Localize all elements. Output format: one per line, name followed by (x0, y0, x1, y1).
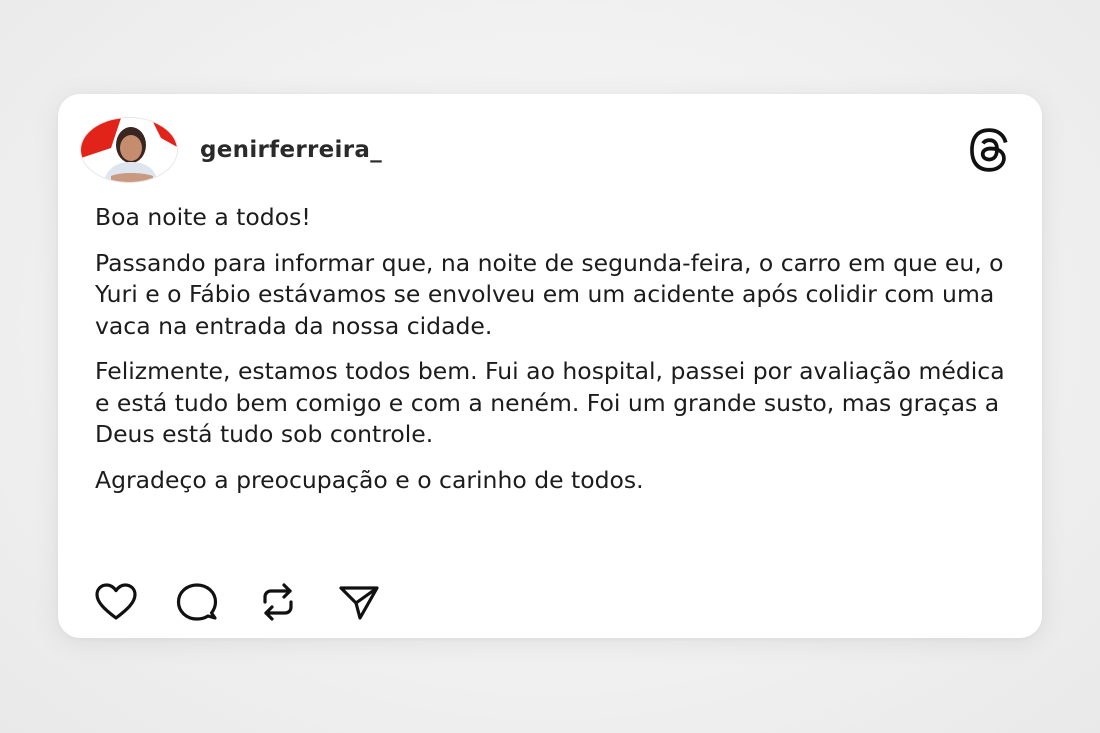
avatar[interactable] (80, 117, 178, 183)
post-paragraph: Agradeço a preocupação e o carinho de to… (95, 465, 644, 494)
share-button[interactable] (336, 582, 382, 622)
comment-button[interactable] (174, 582, 220, 622)
repost-icon (263, 583, 293, 621)
username[interactable]: genirferreira_ (200, 137, 382, 163)
repost-button[interactable] (255, 582, 301, 622)
avatar-image (81, 118, 177, 182)
post-header: genirferreira_ (80, 117, 1012, 183)
comment-icon (176, 583, 218, 621)
post-body: Boa noite a todos! Passando para informa… (95, 202, 1025, 510)
like-button[interactable] (93, 582, 139, 622)
threads-logo-icon[interactable] (966, 127, 1012, 173)
post-paragraph: Boa noite a todos! (95, 203, 311, 231)
share-icon (339, 586, 379, 620)
heart-icon (95, 583, 137, 620)
post-paragraph: Felizmente, estamos todos bem. Fui ao ho… (95, 357, 1005, 448)
action-bar (93, 582, 417, 622)
post-paragraph: Passando para informar que, na noite de … (95, 248, 1004, 340)
post-card: genirferreira_ Boa noite a todos! Passan… (58, 94, 1042, 638)
